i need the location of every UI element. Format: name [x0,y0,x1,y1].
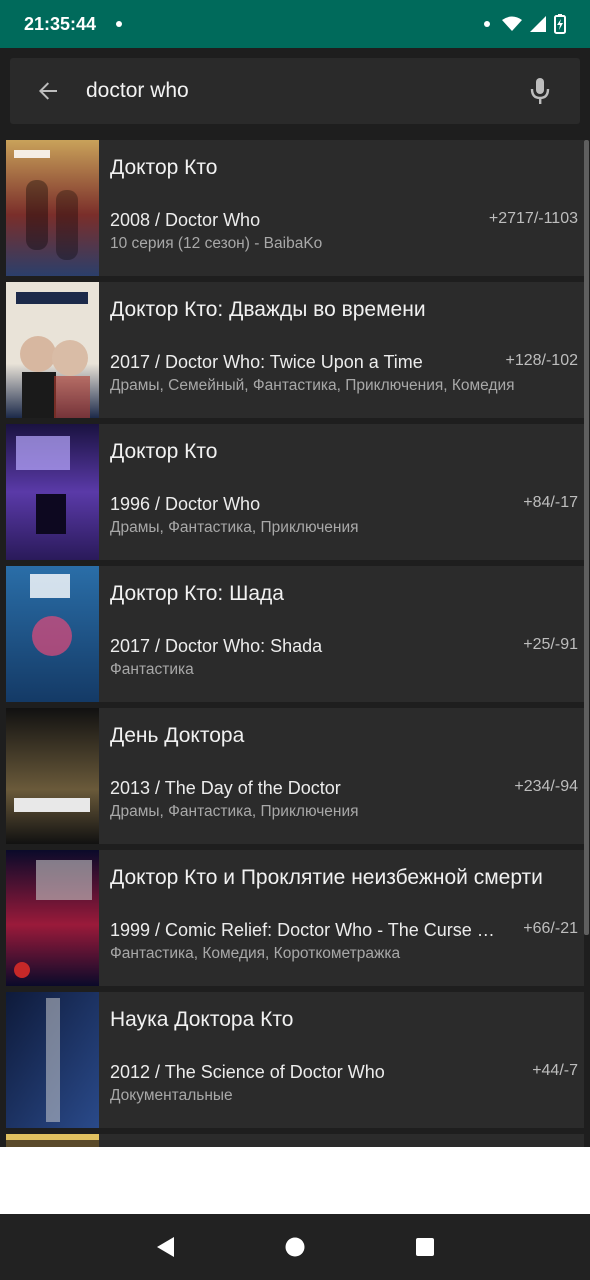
result-details: Фантастика [110,661,194,678]
result-details: Фантастика, Комедия, Короткометражка [110,945,401,962]
battery-charging-icon [554,14,566,34]
result-card[interactable]: Доктор Кто 1996 / Doctor Who +84/-17 Дра… [6,424,584,560]
result-title: Доктор Кто: Шада [110,582,284,605]
arrow-back-icon [39,82,57,100]
voice-search-button[interactable] [500,58,580,124]
poster-image [6,566,99,702]
result-votes: +128/-102 [505,352,578,369]
result-votes: +25/-91 [523,636,578,653]
blank-area [0,1147,590,1214]
result-subtitle: 2013 / The Day of the Doctor [110,778,341,798]
result-details: 10 серия (12 сезон) - BaibaKo [110,235,323,252]
poster-image [6,850,99,986]
result-details: Драмы, Фантастика, Приключения [110,519,359,536]
cell-signal-icon [530,16,546,32]
result-votes: +44/-7 [532,1062,578,1079]
result-votes: +234/-94 [514,778,578,795]
poster-image [6,424,99,560]
result-votes: +84/-17 [523,494,578,511]
notification-dot-icon [484,21,490,27]
square-recents-icon [416,1238,434,1256]
back-button[interactable] [10,58,86,124]
poster-image [6,282,99,418]
poster-image [6,1134,99,1147]
search-input[interactable] [86,58,500,124]
result-votes: +66/-21 [523,920,578,937]
nav-back-button[interactable] [145,1227,185,1267]
triangle-back-icon [157,1237,174,1257]
result-title: Доктор Кто [110,156,218,179]
result-title: Наука Доктора Кто [110,1008,294,1031]
result-card[interactable]: Доктор Кто и Проклятие неизбежной смерти… [6,850,584,986]
result-title: Доктор Кто и Проклятие неизбежной смерти [110,866,543,889]
poster-image [6,708,99,844]
result-details: Документальные [110,1087,233,1104]
result-title: День Доктора [110,724,245,747]
result-card[interactable]: Наука Доктора Кто 2012 / The Science of … [6,992,584,1128]
result-card[interactable]: Доктор Кто: Дважды во времени 2017 / Doc… [6,282,584,418]
circle-home-icon [285,1237,305,1257]
result-details: Драмы, Семейный, Фантастика, Приключения… [110,377,515,394]
microphone-icon [530,78,550,104]
poster-image [6,140,99,276]
result-details: Драмы, Фантастика, Приключения [110,803,359,820]
result-subtitle: 1999 / Comic Relief: Doctor Who - The Cu… [110,920,495,940]
result-subtitle: 1996 / Doctor Who [110,494,261,514]
nav-home-button[interactable] [275,1227,315,1267]
scrollbar[interactable] [584,140,589,935]
system-navigation-bar [0,1214,590,1280]
result-card[interactable]: День Доктора 2013 / The Day of the Docto… [6,708,584,844]
result-card-partial[interactable] [6,1134,584,1147]
result-subtitle: 2012 / The Science of Doctor Who [110,1062,385,1082]
result-title: Доктор Кто [110,440,218,463]
nav-recents-button[interactable] [405,1227,445,1267]
result-votes: +2717/-1103 [488,210,578,227]
result-subtitle: 2008 / Doctor Who [110,210,261,230]
status-icons [484,14,566,34]
result-card[interactable]: Доктор Кто 2008 / Doctor Who +2717/-1103… [6,140,584,276]
search-bar [0,48,590,136]
result-subtitle: 2017 / Doctor Who: Shada [110,636,323,656]
wifi-icon [502,16,522,31]
result-card[interactable]: Доктор Кто: Шада 2017 / Doctor Who: Shad… [6,566,584,702]
results-list[interactable]: Доктор Кто 2008 / Doctor Who +2717/-1103… [0,140,590,1147]
notification-dot-icon [116,21,123,27]
result-title: Доктор Кто: Дважды во времени [110,298,426,321]
search-box [10,58,580,124]
status-bar: 21:35:44 [0,0,590,48]
poster-image [6,992,99,1128]
result-subtitle: 2017 / Doctor Who: Twice Upon a Time [110,352,423,372]
status-time: 21:35:44 [24,13,97,34]
